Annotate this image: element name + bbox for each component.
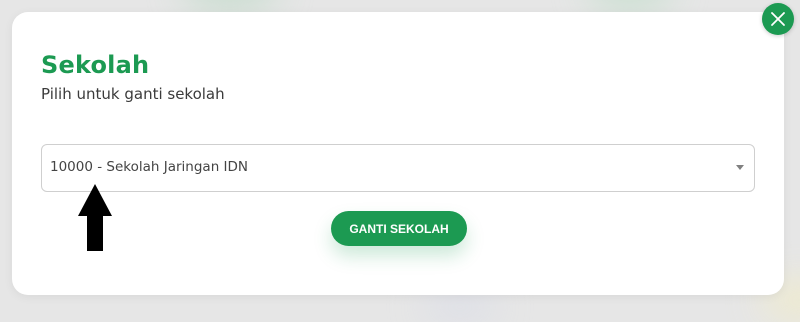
school-select-value: 10000 - Sekolah Jaringan IDN [50, 159, 249, 175]
caret-down-icon [736, 165, 744, 170]
modal-title: Sekolah [41, 51, 150, 79]
arrow-up-icon [78, 184, 112, 251]
close-button[interactable] [762, 3, 794, 35]
background-blob [420, 292, 500, 322]
background-blob [180, 0, 280, 10]
change-school-button[interactable]: GANTI SEKOLAH [331, 211, 467, 246]
modal-subtitle: Pilih untuk ganti sekolah [41, 85, 225, 103]
school-modal: Sekolah Pilih untuk ganti sekolah 10000 … [12, 12, 784, 295]
background-blob [585, 0, 675, 10]
close-icon [771, 12, 785, 26]
school-select[interactable]: 10000 - Sekolah Jaringan IDN [41, 144, 755, 192]
